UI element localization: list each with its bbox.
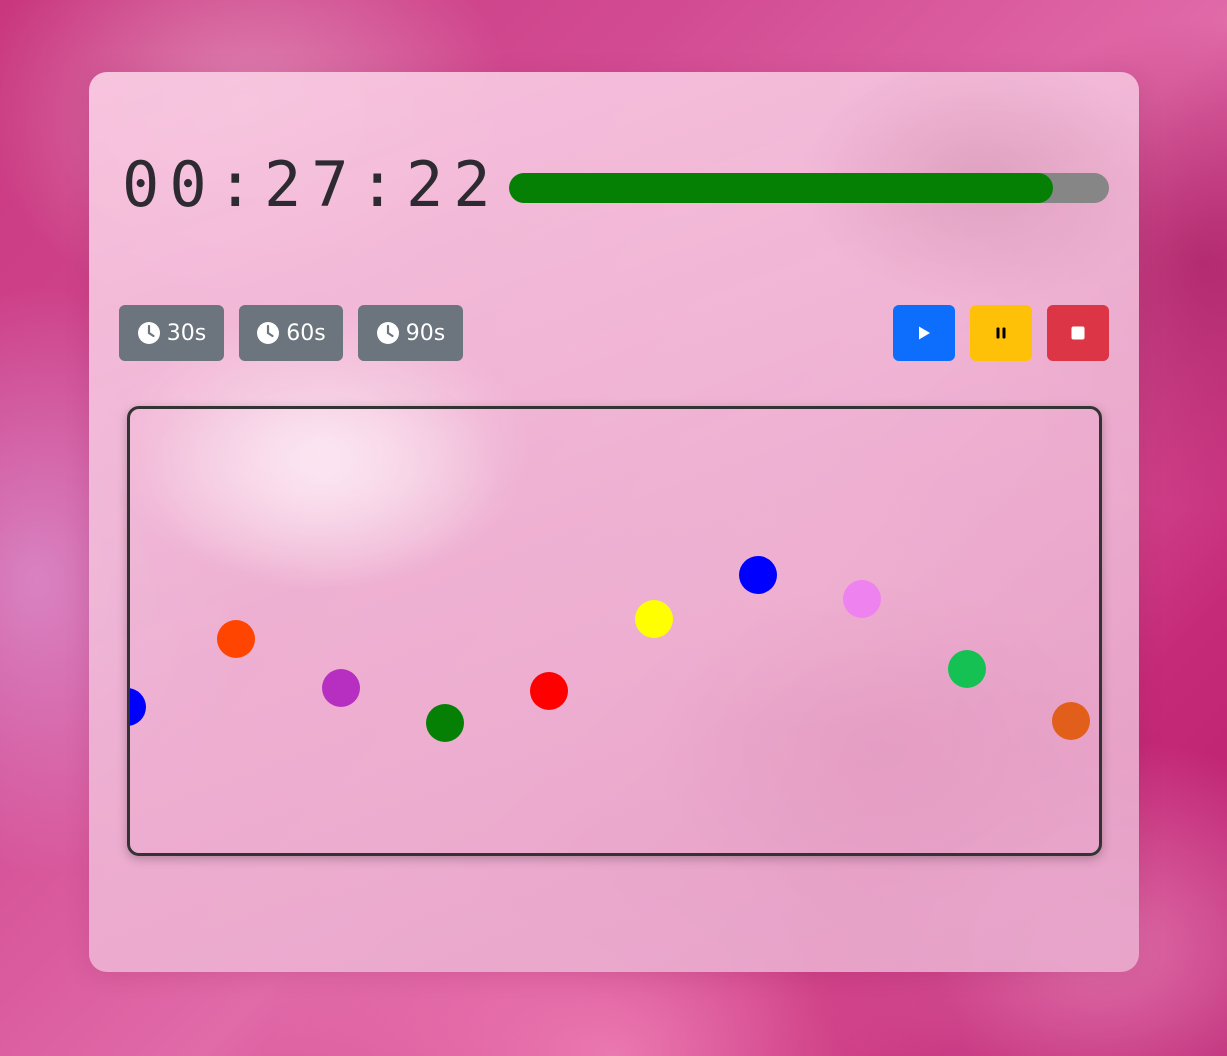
ball <box>739 556 777 594</box>
play-button[interactable] <box>893 305 955 361</box>
ball <box>635 600 673 638</box>
ball <box>948 650 986 688</box>
preset-label: 90s <box>405 320 446 346</box>
ball <box>426 704 464 742</box>
preset-label: 30s <box>166 320 207 346</box>
play-icon <box>919 326 930 340</box>
stop-button[interactable] <box>1047 305 1109 361</box>
ball <box>217 620 255 658</box>
pause-icon <box>996 327 1006 339</box>
clock-icon <box>376 322 399 344</box>
progress-bar-fill <box>509 173 1053 203</box>
ball <box>130 688 146 726</box>
ball <box>1052 702 1090 740</box>
ball <box>530 672 568 710</box>
pause-button[interactable] <box>970 305 1032 361</box>
preset-60s-button[interactable]: 60s <box>239 305 343 361</box>
clock-icon <box>257 322 280 344</box>
preset-label: 60s <box>286 320 326 346</box>
ball-arena <box>127 406 1102 856</box>
progress-bar <box>509 173 1109 203</box>
preset-30s-button[interactable]: 30s <box>119 305 224 361</box>
ball <box>322 669 360 707</box>
timer-display: 00:27:22 <box>122 148 501 221</box>
preset-90s-button[interactable]: 90s <box>358 305 463 361</box>
clock-icon <box>137 322 160 344</box>
ball <box>843 580 881 618</box>
stop-icon <box>1071 326 1085 340</box>
